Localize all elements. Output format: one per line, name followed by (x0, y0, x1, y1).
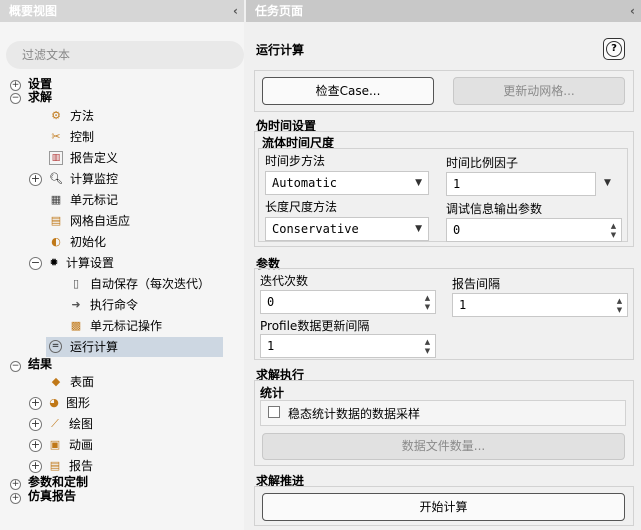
tree-item-run-calculation[interactable]: 运行计算 (70, 338, 118, 357)
animations-icon: ▣ (49, 438, 61, 451)
tree-item-animations[interactable]: 动画 (69, 436, 93, 455)
expand-setup-icon[interactable]: + (10, 80, 21, 91)
tree-item-graphics[interactable]: 图形 (66, 394, 90, 413)
verbosity-spinner[interactable]: 0 ▲ ▼ (446, 218, 622, 242)
check-case-button[interactable]: 检查Case... (262, 77, 434, 105)
tree-item-cell-register-ops[interactable]: 单元标记操作 (90, 317, 162, 336)
reporting-interval-spinner[interactable]: 1 ▲ ▼ (452, 293, 628, 317)
expand-monitors-icon[interactable]: + (29, 173, 42, 186)
surfaces-icon: ◆ (51, 375, 61, 388)
expand-plots-icon[interactable]: + (29, 418, 42, 431)
expand-simulation-reports-icon[interactable]: + (10, 493, 21, 504)
spin-up-icon[interactable]: ▲ (615, 297, 624, 305)
sampling-checkbox[interactable] (268, 406, 280, 418)
time-scale-factor-value: 1 (453, 177, 461, 191)
expand-reports-icon[interactable]: + (29, 460, 42, 473)
collapse-left-icon[interactable]: ‹ (233, 0, 238, 22)
length-scale-method-label: 长度尺度方法 (265, 200, 338, 214)
spin-up-icon[interactable]: ▲ (423, 294, 432, 302)
autosave-icon: ▯ (72, 277, 80, 290)
tree-item-adaption[interactable]: 网格自适应 (70, 212, 130, 231)
iterations-label: 迭代次数 (260, 274, 309, 288)
time-step-method-label: 时间步方法 (265, 154, 326, 168)
tree-item-results[interactable]: 结果 (28, 355, 52, 374)
statistics-title: 统计 (260, 386, 285, 400)
task-page-header: 任务页面 ‹ (246, 0, 641, 22)
initialization-icon: ◐ (51, 235, 61, 248)
spin-down-icon[interactable]: ▼ (609, 231, 618, 239)
tree-item-plots[interactable]: 绘图 (69, 415, 93, 434)
length-scale-method-select[interactable]: Conservative ▼ (265, 217, 429, 241)
update-dynamic-mesh-button[interactable]: 更新动网格... (453, 77, 625, 105)
spin-down-icon[interactable]: ▼ (423, 347, 432, 355)
collapse-calc-activities-icon[interactable]: − (29, 257, 42, 270)
chevron-down-icon: ▼ (415, 178, 422, 188)
adaption-icon: ▤ (50, 214, 62, 227)
expand-parameters-icon[interactable]: + (10, 479, 21, 490)
data-file-quantities-button[interactable]: 数据文件数量... (262, 433, 625, 460)
reporting-interval-label: 报告间隔 (452, 277, 501, 291)
time-scale-factor-label: 时间比例因子 (446, 156, 519, 170)
spin-down-icon[interactable]: ▼ (423, 303, 432, 311)
outline-view-header: 概要视图 ‹ (0, 0, 244, 22)
filter-text-input[interactable]: 过滤文本 (6, 41, 244, 69)
iterations-spinner[interactable]: 0 ▲ ▼ (260, 290, 436, 314)
tree-item-calc-activities[interactable]: 计算设置 (66, 254, 114, 273)
graphics-icon: ◕ (49, 396, 59, 409)
help-icon: ? (606, 40, 622, 57)
execute-commands-icon: ➜ (71, 298, 81, 311)
outline-view-title: 概要视图 (9, 4, 58, 18)
profile-update-spinner[interactable]: 1 ▲ ▼ (260, 334, 436, 358)
help-button[interactable]: ? (603, 38, 625, 60)
run-calculation-icon: = (49, 340, 62, 353)
chevron-down-icon: ▼ (415, 224, 422, 234)
tree-item-execute-commands[interactable]: 执行命令 (90, 296, 138, 315)
controls-icon: ✂ (51, 130, 61, 143)
monitors-magnifier-icon: 🔍︎ (49, 172, 63, 185)
collapse-solution-icon[interactable]: − (10, 93, 21, 104)
task-page-panel: 任务页面 ‹ 运行计算 ? 检查Case... 更新动网格... 伪时间设置 流… (246, 0, 641, 530)
task-page-title: 任务页面 (255, 4, 304, 18)
profile-update-label: Profile数据更新间隔 (260, 319, 370, 333)
tree-item-initialization[interactable]: 初始化 (70, 233, 106, 252)
spin-up-icon[interactable]: ▲ (609, 222, 618, 230)
time-step-method-value: Automatic (272, 176, 338, 190)
iterations-value: 0 (267, 295, 275, 309)
tree-item-autosave[interactable]: 自动保存（每次迭代） (90, 275, 210, 294)
reports-icon: ▤ (49, 459, 61, 472)
outline-view-panel: 概要视图 ‹ 过滤文本 + 设置 − 求解 ⚙ 方法 ✂ 控制 ▥ 报告定义 +… (0, 0, 244, 530)
tree-item-cell-registers[interactable]: 单元标记 (70, 191, 118, 210)
cell-registers-icon: ▦ (50, 193, 62, 206)
expand-animations-icon[interactable]: + (29, 439, 42, 452)
page-title: 运行计算 (256, 43, 305, 57)
spin-down-icon[interactable]: ▼ (615, 306, 624, 314)
verbosity-label: 调试信息输出参数 (446, 202, 543, 216)
spin-up-icon[interactable]: ▲ (423, 338, 432, 346)
time-scale-factor-dropdown-icon[interactable]: ▼ (604, 178, 611, 188)
plots-icon: ⟋ (51, 417, 59, 430)
tree-item-controls[interactable]: 控制 (70, 128, 94, 147)
time-step-method-select[interactable]: Automatic ▼ (265, 171, 429, 195)
calculate-button[interactable]: 开始计算 (262, 493, 625, 521)
time-scale-factor-input[interactable]: 1 (446, 172, 596, 196)
tree-item-methods[interactable]: 方法 (70, 107, 94, 126)
collapse-results-icon[interactable]: − (10, 361, 21, 372)
tree-item-monitors[interactable]: 计算监控 (70, 170, 118, 189)
length-scale-method-value: Conservative (272, 222, 359, 236)
reporting-interval-value: 1 (459, 298, 467, 312)
tree-item-simulation-reports[interactable]: 仿真报告 (28, 487, 76, 506)
tree-item-report-definitions[interactable]: 报告定义 (70, 149, 118, 168)
tree-item-solution[interactable]: 求解 (28, 88, 52, 107)
expand-graphics-icon[interactable]: + (29, 397, 42, 410)
cell-register-ops-icon: ▩ (70, 319, 82, 332)
verbosity-value: 0 (453, 223, 461, 237)
collapse-right-icon[interactable]: ‹ (630, 0, 635, 22)
profile-update-value: 1 (267, 339, 275, 353)
sampling-checkbox-label: 稳态统计数据的数据采样 (288, 407, 421, 421)
report-definitions-icon: ▥ (49, 151, 63, 165)
methods-icon: ⚙ (51, 109, 61, 122)
tree-item-surfaces[interactable]: 表面 (70, 373, 94, 392)
calc-activities-gear-icon: ✹ (49, 256, 59, 269)
